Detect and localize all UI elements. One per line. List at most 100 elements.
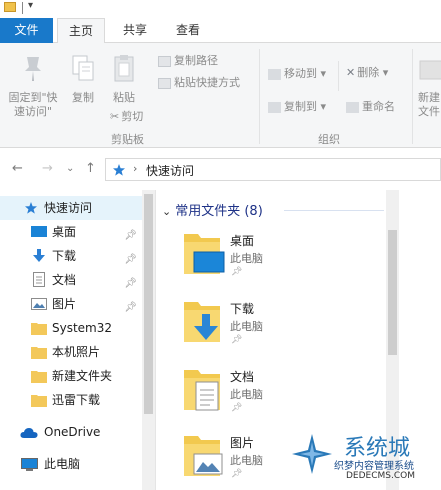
nav-item-desktop[interactable]: 桌面 📌︎ — [0, 220, 142, 244]
folder-name: 文档 — [230, 370, 255, 384]
forward-button[interactable]: → — [42, 161, 53, 176]
folder-location: 此电脑 — [230, 320, 263, 333]
toolbar-divider — [22, 2, 23, 14]
pin-label-line2: 速访问" — [13, 105, 53, 118]
document-icon — [33, 272, 45, 287]
tab-share[interactable]: 共享 — [113, 18, 157, 43]
group-header-frequent-folders[interactable]: ⌄ 常用文件夹 (8) — [162, 200, 263, 219]
nav-item-documents[interactable]: 文档 📌︎ — [0, 268, 142, 292]
pin-icon[interactable]: 📌︎ — [231, 335, 242, 345]
ribbon-tab-row: 文件 主页 共享 查看 — [0, 18, 441, 44]
paste-shortcut-button[interactable]: 粘贴快捷方式 — [158, 74, 240, 90]
watermark-logo-icon — [292, 434, 332, 474]
delete-label: 删除 — [357, 66, 380, 79]
folder-icon — [31, 371, 47, 383]
nav-item-local-photos[interactable]: 本机照片 — [0, 340, 142, 364]
nav-item-label: 桌面 — [52, 225, 77, 239]
nav-item-system32[interactable]: System32 — [0, 316, 142, 340]
nav-scrollbar[interactable] — [142, 190, 155, 490]
rename-label: 重命名 — [362, 100, 395, 113]
folder-tile-desktop[interactable]: 桌面 此电脑 📌︎ — [178, 230, 378, 290]
ribbon-divider-small — [338, 61, 339, 91]
group-header-rule — [284, 210, 384, 211]
nav-item-label: 文档 — [52, 273, 77, 287]
new-folder-icon — [419, 60, 441, 80]
rename-icon — [346, 101, 359, 113]
copy-icon — [72, 55, 94, 81]
pin-icon[interactable]: 📌︎ — [231, 403, 242, 413]
folder-location: 此电脑 — [230, 252, 263, 265]
nav-item-downloads[interactable]: 下载 📌︎ — [0, 244, 142, 268]
breadcrumb-separator[interactable]: › — [133, 162, 137, 175]
cut-button[interactable]: ✂ 剪切 — [110, 108, 143, 124]
tab-view[interactable]: 查看 — [166, 18, 210, 43]
ribbon-group-divider-2 — [412, 49, 413, 144]
folder-location: 此电脑 — [230, 388, 263, 401]
nav-item-pictures[interactable]: 图片 📌︎ — [0, 292, 142, 316]
folder-tile-downloads[interactable]: 下载 此电脑 📌︎ — [178, 298, 378, 358]
nav-item-onedrive[interactable]: OneDrive — [0, 420, 142, 444]
nav-onedrive-label: OneDrive — [44, 425, 101, 439]
explorer-window: ▾ 文件 主页 共享 查看 固定到"快 速访问" 复制 粘贴 复制路径 粘贴快捷… — [0, 0, 441, 490]
nav-item-xunlei-downloads[interactable]: 迅雷下载 — [0, 388, 142, 412]
tab-file[interactable]: 文件 — [0, 18, 53, 43]
watermark: 系统城 织梦内容管理系统 DEDECMS.COM — [286, 430, 441, 490]
toolbar-dropdown-icon[interactable]: ▾ — [28, 0, 33, 11]
pin-icon[interactable]: 📌︎ — [231, 267, 242, 277]
folder-icon — [31, 395, 47, 407]
nav-item-label: 迅雷下载 — [52, 393, 101, 407]
paste-button[interactable]: 粘贴 — [108, 53, 140, 105]
address-bar[interactable]: › 快速访问 — [105, 158, 441, 181]
pin-icon[interactable]: 📌︎ — [231, 469, 242, 479]
copy-path-icon — [158, 55, 171, 67]
delete-icon: ✕ — [346, 66, 356, 79]
nav-quick-access[interactable]: 快速访问 — [0, 196, 142, 220]
nav-item-label: 图片 — [52, 297, 77, 311]
copy-to-icon — [268, 101, 281, 113]
pin-quick-access-button[interactable]: 固定到"快 速访问" — [4, 53, 62, 119]
quick-access-toolbar: ▾ — [0, 0, 441, 18]
move-to-icon — [268, 68, 281, 80]
tab-home[interactable]: 主页 — [57, 18, 105, 44]
pin-label-line1: 固定到"快 — [8, 91, 58, 104]
quick-access-star-icon — [25, 202, 37, 214]
paste-label: 粘贴 — [113, 91, 135, 104]
nav-this-pc-label: 此电脑 — [44, 457, 81, 471]
scissors-icon: ✂ — [110, 110, 120, 123]
download-icon — [33, 249, 45, 262]
copy-path-label: 复制路径 — [174, 54, 218, 67]
new-folder-button[interactable]: 新建 文件 — [418, 53, 441, 119]
copy-path-button[interactable]: 复制路径 — [158, 52, 218, 68]
folder-tile-documents[interactable]: 文档 此电脑 📌︎ — [178, 366, 378, 426]
nav-item-label: 本机照片 — [52, 345, 101, 359]
up-button[interactable]: ↑ — [85, 161, 96, 176]
folder-icon — [31, 347, 47, 359]
chevron-down-icon[interactable]: ⌄ — [162, 205, 171, 218]
delete-button[interactable]: ✕ 删除 ▾ — [346, 64, 388, 80]
nav-item-label: 下载 — [52, 249, 77, 263]
computer-icon — [21, 458, 38, 471]
folder-icon[interactable] — [4, 2, 16, 12]
folder-name: 图片 — [230, 436, 255, 450]
copy-to-label: 复制到 — [284, 100, 317, 113]
organize-group-label: 组织 — [318, 133, 340, 146]
rename-button[interactable]: 重命名 — [346, 98, 395, 114]
back-button[interactable]: ← — [12, 161, 23, 176]
content-scrollbar-thumb[interactable] — [388, 230, 397, 355]
nav-scrollbar-thumb[interactable] — [144, 194, 153, 414]
copy-button[interactable]: 复制 — [68, 53, 98, 105]
move-to-label: 移动到 — [284, 67, 317, 80]
recent-locations-button[interactable]: ⌄ — [66, 163, 74, 174]
nav-item-this-pc[interactable]: 此电脑 — [0, 452, 142, 476]
nav-item-new-folder[interactable]: 新建文件夹 — [0, 364, 142, 388]
folder-name: 下载 — [230, 302, 255, 316]
desktop-folder-icon — [184, 234, 225, 274]
watermark-cn-text: 织梦内容管理系统 — [334, 461, 414, 472]
document-folder-icon — [184, 370, 220, 411]
folder-location: 此电脑 — [230, 454, 263, 467]
copy-to-button[interactable]: 复制到 ▾ — [268, 98, 326, 114]
move-to-button[interactable]: 移动到 ▾ — [268, 65, 326, 81]
picture-icon — [31, 298, 47, 310]
breadcrumb-quick-access[interactable]: 快速访问 — [146, 162, 194, 179]
navigation-pane: 快速访问 桌面 📌︎ 下载 📌︎ 文档 📌︎ 图片 📌︎ System32 本机… — [0, 190, 155, 490]
